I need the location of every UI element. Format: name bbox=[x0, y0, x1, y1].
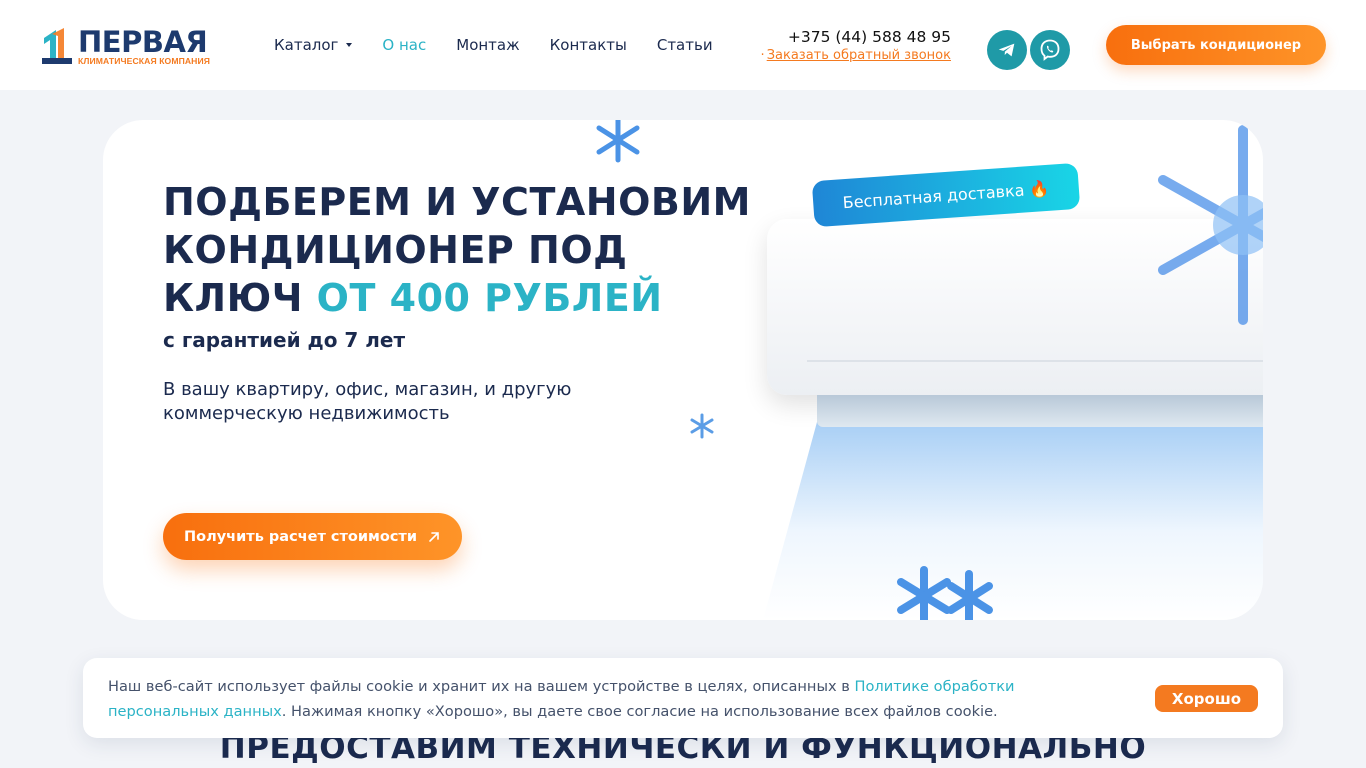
viber-button[interactable] bbox=[1030, 30, 1070, 70]
free-delivery-badge: Бесплатная доставка 🔥 bbox=[811, 162, 1081, 228]
get-price-button[interactable]: Получить расчет стоимости bbox=[163, 513, 462, 560]
callback-label: Заказать обратный звонок bbox=[766, 48, 951, 63]
phone-number[interactable]: +375 (44) 588 48 95 bbox=[788, 28, 951, 46]
nav-item-articles[interactable]: Статьи bbox=[657, 36, 713, 54]
nav-item-label: Каталог bbox=[274, 36, 339, 54]
logo[interactable]: ПЕРВАЯ КЛИМАТИЧЕСКАЯ КОМПАНИЯ bbox=[42, 26, 226, 70]
ac-illustration: Бесплатная доставка 🔥 bbox=[723, 120, 1263, 620]
cookie-accept-button[interactable]: Хорошо bbox=[1155, 685, 1258, 712]
hero-section: Бесплатная доставка 🔥 ПОДБЕРЕМ И УСТАНОВ… bbox=[103, 120, 1263, 620]
snowflake-icon bbox=[1158, 125, 1263, 325]
get-price-label: Получить расчет стоимости bbox=[184, 528, 417, 545]
hero-title-text: КЛЮЧ bbox=[163, 276, 317, 320]
cookie-text-part: . Нажимая кнопку «Хорошо», вы даете свое… bbox=[281, 703, 998, 720]
hero-description: В вашу квартиру, офис, магазин, и другую… bbox=[163, 379, 572, 424]
nav-item-contacts[interactable]: Контакты bbox=[550, 36, 627, 54]
snowflake-icon bbox=[897, 566, 993, 620]
snowflake-icon bbox=[596, 120, 640, 163]
telegram-button[interactable] bbox=[987, 30, 1027, 70]
hero-subtitle: с гарантией до 7 лет bbox=[163, 328, 406, 352]
dot-icon: · bbox=[760, 48, 765, 63]
choose-ac-button[interactable]: Выбрать кондиционер bbox=[1106, 25, 1326, 65]
nav-item-about[interactable]: О нас bbox=[382, 36, 426, 54]
hero-price-accent: ОТ 400 РУБЛЕЙ bbox=[316, 276, 663, 320]
logo-subtitle: КЛИМАТИЧЕСКАЯ КОМПАНИЯ bbox=[78, 56, 211, 66]
ac-seam bbox=[807, 360, 1263, 362]
hero-title-line: КЛЮЧ ОТ 400 РУБЛЕЙ bbox=[163, 274, 763, 322]
cookie-banner: Наш веб-сайт использует файлы cookie и х… bbox=[83, 658, 1283, 738]
viber-icon bbox=[1040, 39, 1060, 61]
site-header: ПЕРВАЯ КЛИМАТИЧЕСКАЯ КОМПАНИЯ Каталог О … bbox=[0, 0, 1366, 90]
hero-title: ПОДБЕРЕМ И УСТАНОВИМ КОНДИЦИОНЕР ПОД КЛЮ… bbox=[163, 178, 763, 322]
telegram-icon bbox=[998, 43, 1015, 57]
main-nav: Каталог О нас Монтаж Контакты Статьи bbox=[274, 36, 713, 54]
hero-title-line: ПОДБЕРЕМ И УСТАНОВИМ bbox=[163, 180, 751, 224]
airflow-graphic bbox=[763, 400, 1263, 620]
callback-link[interactable]: · Заказать обратный звонок bbox=[761, 48, 951, 63]
logo-icon bbox=[42, 28, 72, 64]
snowflake-icon bbox=[690, 413, 714, 439]
nav-item-catalog[interactable]: Каталог bbox=[274, 36, 353, 54]
hero-title-line: КОНДИЦИОНЕР ПОД bbox=[163, 228, 628, 272]
cookie-text-part: Наш веб-сайт использует файлы cookie и х… bbox=[108, 678, 855, 695]
ac-vent bbox=[817, 395, 1263, 427]
chevron-down-icon bbox=[346, 42, 353, 47]
cookie-text: Наш веб-сайт использует файлы cookie и х… bbox=[108, 674, 1068, 724]
arrow-up-right-icon bbox=[429, 531, 439, 542]
logo-title: ПЕРВАЯ bbox=[78, 25, 208, 59]
nav-item-installation[interactable]: Монтаж bbox=[456, 36, 519, 54]
